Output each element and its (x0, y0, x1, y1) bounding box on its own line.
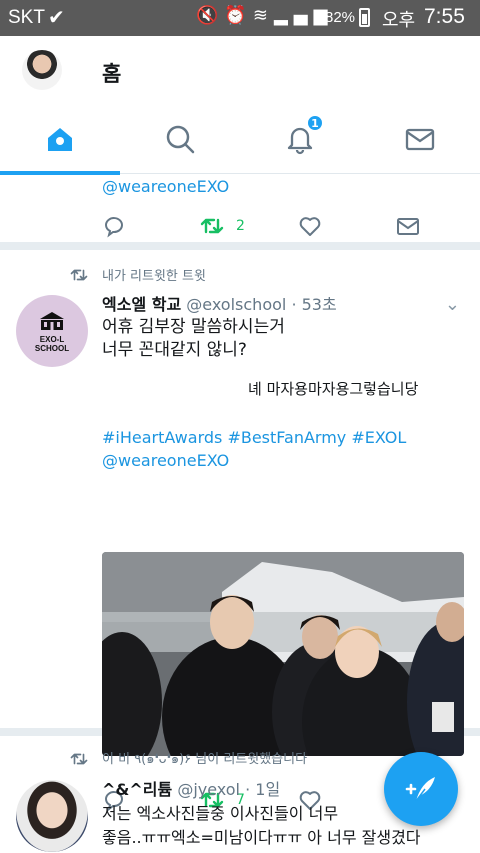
hashtags-link[interactable]: #iHeartAwards #BestFanArmy #EXOL (102, 426, 406, 449)
tab-messages[interactable] (360, 106, 480, 172)
author-name[interactable]: 엑소엘 학교 (102, 295, 181, 314)
chevron-down-icon[interactable]: ⌄ (445, 294, 460, 315)
tweet-text-line: 녜 마자용마자용그렇습니당 (248, 380, 419, 398)
home-icon (48, 128, 72, 151)
search-icon (166, 125, 195, 154)
dm-button[interactable] (396, 214, 420, 238)
tweet-time: · 1일 (245, 780, 281, 799)
alarm-icon: ⏰ (224, 5, 253, 26)
mention-link[interactable]: @weareoneEXO (102, 449, 406, 472)
timeline: @weareoneEXO 2 내가 리트윗한 트윗 EXO-L SCHOOL 엑… (0, 174, 480, 853)
compose-feather-icon (405, 777, 435, 802)
download-check-icon: ✔ (48, 5, 65, 29)
like-button[interactable] (298, 214, 322, 238)
photo-image (102, 552, 464, 756)
mention-link[interactable]: @weareoneEXO (102, 177, 229, 196)
school-building-icon (40, 312, 64, 330)
tweet-links: #iHeartAwards #BestFanArmy #EXOL @weareo… (102, 426, 406, 472)
tab-notifications[interactable]: 1 (240, 106, 360, 172)
app-header: 홈 (0, 36, 480, 106)
retweet-count: 2 (236, 218, 245, 234)
tweet-time: · 53초 (291, 295, 337, 314)
time-ampm: 오후 (382, 10, 416, 31)
my-avatar[interactable] (22, 50, 62, 90)
status-bar: SKT ✔ 🔇⏰≋▂▄▆ 82% 오후 7:55 (0, 0, 480, 36)
battery-percent: 82% (325, 9, 356, 26)
retweet-context-text: 이 비 ٩(๑❛ᴗ❛๑)۶ 님이 리트윗했습니다 (102, 752, 308, 767)
envelope-icon (397, 218, 419, 235)
tab-bar: 1 (0, 106, 480, 175)
tweet-header: 엑소엘 학교 @exolschool · 53초 (102, 291, 337, 315)
page-title: 홈 (102, 62, 122, 86)
author-handle: @exolschool (186, 295, 287, 314)
tweet-actions: 2 (102, 204, 432, 254)
battery-icon (359, 8, 370, 27)
avatar-text-line: SCHOOL (34, 344, 70, 353)
retweet-context-text: 내가 리트윗한 트윗 (102, 269, 206, 284)
retweet-icon (70, 269, 88, 280)
retweet-context: 이 비 ٩(๑❛ᴗ❛๑)۶ 님이 리트윗했습니다 (70, 748, 307, 769)
tab-home[interactable] (0, 106, 120, 175)
avatar[interactable]: EXO-L SCHOOL (16, 295, 88, 367)
tweet[interactable]: 내가 리트윗한 트윗 EXO-L SCHOOL 엑소엘 학교 @exolscho… (0, 250, 480, 812)
retweet-button[interactable]: 2 (200, 214, 245, 238)
wifi-icon: ≋ (252, 5, 274, 26)
compose-tweet-button[interactable] (384, 752, 458, 826)
tweet-text: 어휴 김부장 말씀하시는거 너무 꼰대같지 않니? (102, 316, 285, 362)
tweet-text-line: 좋음..ㅠㅠ엑소=미남이다ㅠㅠ 아 너무 잘생겼다 (102, 828, 421, 847)
avatar-label: EXO-L SCHOOL (16, 335, 88, 353)
retweet-icon (200, 218, 224, 234)
avatar-text-line: EXO-L (39, 335, 65, 344)
author-name[interactable]: ^&^리튬 (102, 780, 172, 799)
reply-icon (104, 217, 123, 238)
tab-search[interactable] (120, 106, 240, 172)
carrier-label: SKT (8, 7, 45, 28)
retweet-context: 내가 리트윗한 트윗 (70, 265, 206, 284)
tweet[interactable]: @weareoneEXO 2 (0, 174, 480, 250)
notification-badge: 1 (306, 114, 324, 132)
status-icons: 🔇⏰≋▂▄▆ (196, 5, 333, 26)
status-clock: 7:55 (424, 5, 465, 28)
retweet-icon (70, 753, 88, 764)
tweet-header: ^&^리튬 @jyexol · 1일 (102, 776, 280, 800)
tweet-text-line: 어휴 김부장 말씀하시는거 (102, 317, 285, 337)
avatar[interactable] (16, 780, 88, 852)
tweet-photo[interactable] (102, 552, 464, 756)
tweet-text-line: 너무 꼰대같지 않니? (102, 340, 247, 360)
envelope-icon (405, 128, 435, 151)
author-handle: @jyexol (177, 780, 240, 799)
mute-icon: 🔇 (196, 5, 225, 26)
heart-icon (299, 217, 321, 236)
reply-button[interactable] (102, 214, 126, 238)
